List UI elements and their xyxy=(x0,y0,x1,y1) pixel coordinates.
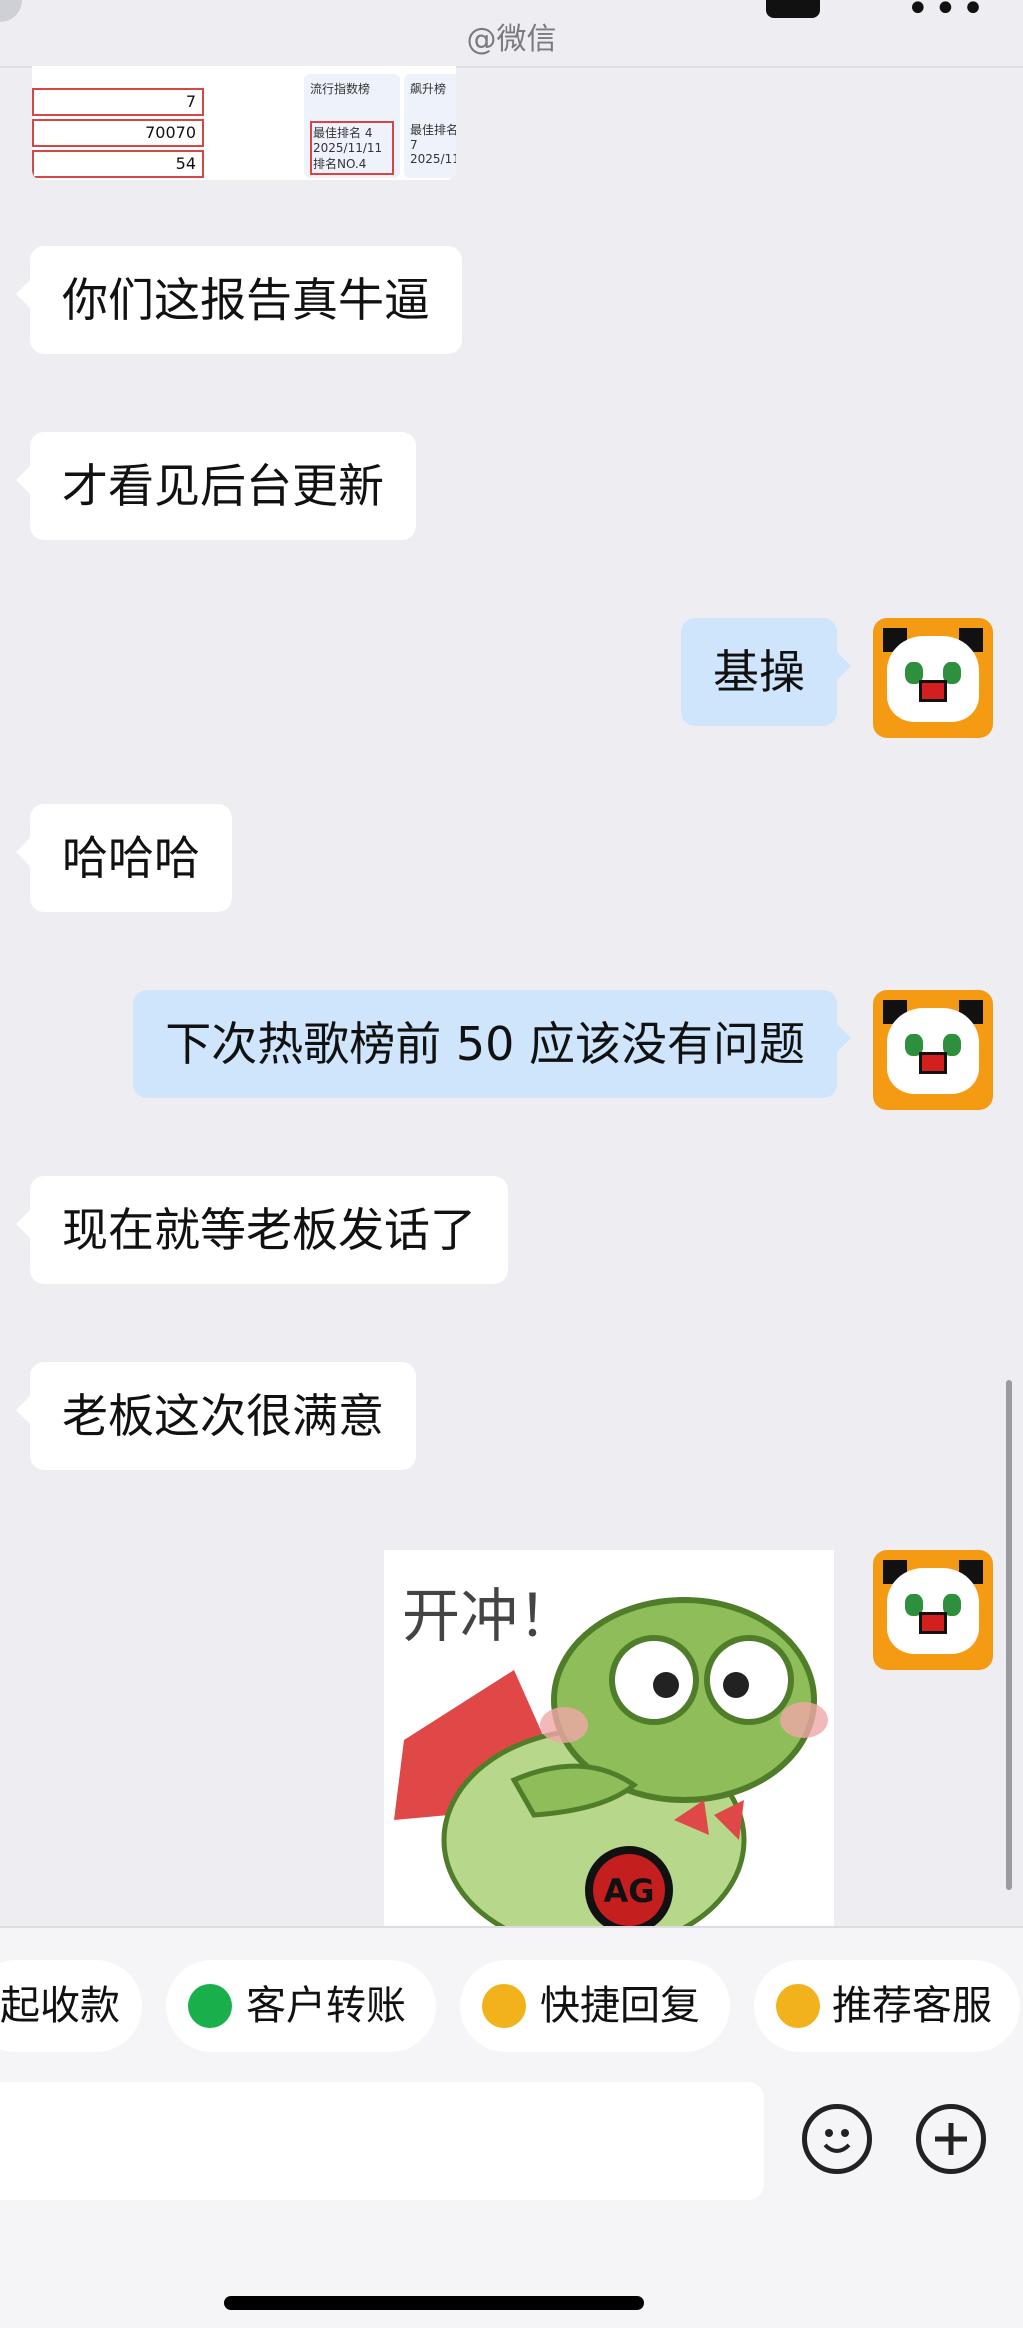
quick-action-transfer[interactable]: 客户转账 xyxy=(166,1960,436,2052)
plus-icon[interactable] xyxy=(916,2104,986,2174)
emoji-icon[interactable] xyxy=(802,2104,872,2174)
frog-sticker-image: 开冲！ AG xyxy=(394,1582,828,1926)
sticker-message[interactable]: 开冲！ AG xyxy=(384,1550,834,1926)
preview-value: 54 xyxy=(32,150,204,178)
quick-action-label: 客户转账 xyxy=(246,1983,406,2029)
chat-scrollbar[interactable] xyxy=(1006,1380,1012,1890)
input-bar xyxy=(0,2060,1023,2328)
quick-action-recommend-service[interactable]: 推荐客服 xyxy=(754,1960,1020,2052)
message-bubble-received[interactable]: 现在就等老板发话了 xyxy=(16,1176,508,1284)
message-bubble-received[interactable]: 老板这次很满意 xyxy=(16,1362,416,1470)
preview-value: 7 xyxy=(32,88,204,116)
image-message-preview[interactable]: 7 70070 54 流行指数榜 最佳排名 4 2025/11/11 排名NO.… xyxy=(32,66,456,180)
video-call-icon[interactable] xyxy=(766,0,820,18)
sticker-caption: 开冲！ xyxy=(402,1582,576,1650)
preview-values: 7 70070 54 xyxy=(32,88,204,180)
preview-card-line: 最佳排名 7 xyxy=(410,123,456,152)
quick-action-label: 快捷回复 xyxy=(540,1983,700,2029)
preview-card: 飙升榜 最佳排名 7 2025/11/11 xyxy=(404,74,456,178)
ag-badge-text: AG xyxy=(603,1872,654,1910)
quick-action-quick-reply[interactable]: 快捷回复 xyxy=(460,1960,730,2052)
customer-service-icon xyxy=(776,1984,820,2028)
message-bubble-received[interactable]: 你们这报告真牛逼 xyxy=(16,246,462,354)
message-input[interactable] xyxy=(0,2082,764,2200)
preview-card: 流行指数榜 最佳排名 4 2025/11/11 排名NO.4 xyxy=(304,74,400,178)
quick-reply-icon xyxy=(482,1984,526,2028)
transfer-icon xyxy=(188,1984,232,2028)
preview-card-line: 2025/11/11 排名NO.4 xyxy=(313,141,383,171)
more-icon[interactable]: ••• xyxy=(906,0,989,32)
message-bubble-received[interactable]: 哈哈哈 xyxy=(16,804,232,912)
home-indicator[interactable] xyxy=(224,2296,644,2310)
my-avatar[interactable] xyxy=(873,1550,993,1670)
quick-actions-bar: 起收款 客户转账 快捷回复 推荐客服 xyxy=(0,1926,1023,2062)
chat-subtitle: @微信 xyxy=(466,22,557,57)
message-bubble-sent[interactable]: 基操 xyxy=(681,618,851,726)
preview-card-line: 2025/11/11 xyxy=(410,152,456,166)
chat-header: @微信 ••• xyxy=(0,0,1023,68)
message-bubble-received[interactable]: 才看见后台更新 xyxy=(16,432,416,540)
quick-action-collect[interactable]: 起收款 xyxy=(0,1960,142,2052)
preview-card-title: 流行指数榜 xyxy=(310,82,371,96)
my-avatar[interactable] xyxy=(873,990,993,1110)
preview-card-title: 飙升榜 xyxy=(410,82,447,96)
my-avatar[interactable] xyxy=(873,618,993,738)
quick-action-label: 起收款 xyxy=(0,1983,120,2029)
preview-card-line: 最佳排名 4 xyxy=(313,126,373,140)
message-bubble-sent[interactable]: 下次热歌榜前 50 应该没有问题 xyxy=(133,990,851,1098)
quick-action-label: 推荐客服 xyxy=(832,1983,992,2029)
preview-value: 70070 xyxy=(32,119,204,147)
